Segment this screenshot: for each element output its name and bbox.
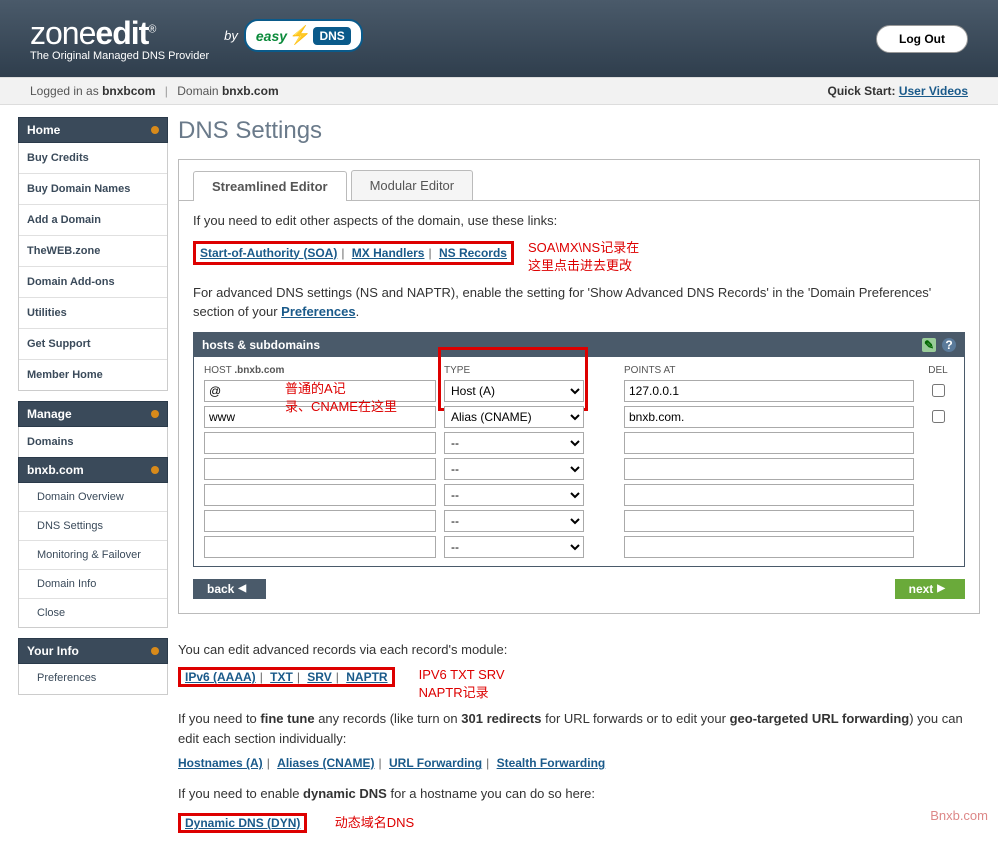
preferences-link[interactable]: Preferences — [281, 304, 355, 319]
ipv6-link[interactable]: IPv6 (AAAA) — [185, 670, 256, 684]
type-select[interactable]: Alias (CNAME) — [444, 406, 584, 428]
annotation-text-3: IPV6 TXT SRVNAPTR记录 — [419, 667, 505, 701]
points-input[interactable] — [624, 458, 914, 480]
host-input[interactable] — [204, 432, 436, 454]
host-input[interactable] — [204, 536, 436, 558]
page-title: DNS Settings — [178, 117, 980, 145]
dot-icon — [151, 126, 159, 134]
type-select[interactable]: -- — [444, 432, 584, 454]
table-row: -- — [200, 456, 958, 482]
sidebar-item[interactable]: Domains — [19, 427, 167, 457]
txt-link[interactable]: TXT — [270, 670, 293, 684]
type-select[interactable]: -- — [444, 484, 584, 506]
points-input[interactable] — [624, 536, 914, 558]
main-content: DNS Settings Streamlined Editor Modular … — [178, 117, 980, 833]
aliases-link[interactable]: Aliases (CNAME) — [277, 756, 374, 770]
edit-icon[interactable]: ✎ — [922, 338, 936, 352]
sidebar-item[interactable]: Domain Info — [19, 570, 167, 599]
sidebar-item[interactable]: Get Support — [19, 329, 167, 360]
advanced-records-text: You can edit advanced records via each r… — [178, 640, 980, 660]
tab-streamlined[interactable]: Streamlined Editor — [193, 171, 347, 201]
table-row: -- — [200, 430, 958, 456]
arrow-right-icon: ▶ — [937, 583, 945, 594]
annotation-text-5: 动态域名DNS — [335, 815, 414, 830]
dyndns-text: If you need to enable dynamic DNS for a … — [178, 784, 980, 804]
help-icon[interactable]: ? — [942, 338, 956, 352]
table-row: -- — [200, 508, 958, 534]
points-input[interactable] — [624, 380, 914, 402]
sidebar-item[interactable]: Buy Credits — [19, 143, 167, 174]
dyndns-link[interactable]: Dynamic DNS (DYN) — [185, 816, 300, 830]
dot-icon — [151, 410, 159, 418]
dot-icon — [151, 647, 159, 655]
logo[interactable]: zoneedit® The Original Managed DNS Provi… — [30, 15, 209, 62]
type-select[interactable]: -- — [444, 536, 584, 558]
logo-area: zoneedit® The Original Managed DNS Provi… — [30, 15, 363, 62]
tab-modular[interactable]: Modular Editor — [351, 170, 474, 200]
records-panel: hosts & subdomains ✎ ? HOST .bnxb.com TY… — [193, 332, 965, 567]
table-row: -- — [200, 482, 958, 508]
points-input[interactable] — [624, 406, 914, 428]
points-input[interactable] — [624, 510, 914, 532]
finetune-text: If you need to fine tune any records (li… — [178, 709, 980, 748]
sidebar-item[interactable]: TheWEB.zone — [19, 236, 167, 267]
sidebar-manage-header[interactable]: Manage — [18, 401, 168, 427]
mx-link[interactable]: MX Handlers — [352, 246, 425, 260]
header: zoneedit® The Original Managed DNS Provi… — [0, 0, 998, 77]
sidebar-domain-header[interactable]: bnxb.com — [18, 457, 168, 483]
type-select[interactable]: -- — [444, 510, 584, 532]
advanced-text: For advanced DNS settings (NS and NAPTR)… — [193, 283, 965, 322]
hostnames-link[interactable]: Hostnames (A) — [178, 756, 263, 770]
sidebar-item[interactable]: Domain Add-ons — [19, 267, 167, 298]
sidebar-item[interactable]: Buy Domain Names — [19, 174, 167, 205]
sidebar: Home Buy CreditsBuy Domain NamesAdd a Do… — [18, 117, 168, 695]
sidebar-item[interactable]: DNS Settings — [19, 512, 167, 541]
type-select[interactable]: Host (A) — [444, 380, 584, 402]
urlfwd-link[interactable]: URL Forwarding — [389, 756, 482, 770]
annotation-box-3: IPv6 (AAAA)| TXT| SRV| NAPTR — [178, 667, 395, 687]
annotation-text-1: SOA\MX\NS记录在这里点击进去更改 — [528, 239, 639, 275]
type-select[interactable]: -- — [444, 458, 584, 480]
next-button[interactable]: next ▶ — [895, 579, 965, 599]
dot-icon — [151, 466, 159, 474]
del-checkbox[interactable] — [932, 410, 945, 423]
sidebar-item[interactable]: Domain Overview — [19, 483, 167, 512]
ns-link[interactable]: NS Records — [439, 246, 507, 260]
annotation-text-2: 普通的A记录、CNAME在这里 — [285, 380, 397, 416]
host-input[interactable] — [204, 510, 436, 532]
sidebar-home-header[interactable]: Home — [18, 117, 168, 143]
annotation-box-1: Start-of-Authority (SOA)| MX Handlers| N… — [193, 241, 514, 265]
logo-tagline: The Original Managed DNS Provider — [30, 50, 209, 62]
sidebar-item[interactable]: Add a Domain — [19, 205, 167, 236]
stealthfwd-link[interactable]: Stealth Forwarding — [497, 756, 606, 770]
easydns-badge[interactable]: easy⚡DNS — [244, 19, 363, 52]
back-button[interactable]: back ◀ — [193, 579, 266, 599]
del-checkbox[interactable] — [932, 384, 945, 397]
table-row: -- — [200, 534, 958, 560]
sidebar-item[interactable]: Close — [19, 599, 167, 627]
status-bar: Logged in as bnxbcom | Domain bnxb.com Q… — [0, 77, 998, 105]
points-input[interactable] — [624, 484, 914, 506]
bolt-icon: ⚡ — [289, 25, 311, 46]
watermark: Bnxb.com — [930, 808, 988, 823]
tab-row: Streamlined Editor Modular Editor — [179, 160, 979, 201]
naptr-link[interactable]: NAPTR — [346, 670, 387, 684]
host-input[interactable] — [204, 484, 436, 506]
sidebar-item[interactable]: Monitoring & Failover — [19, 541, 167, 570]
sidebar-yourinfo-header[interactable]: Your Info — [18, 638, 168, 664]
host-input[interactable] — [204, 458, 436, 480]
arrow-left-icon: ◀ — [238, 583, 246, 594]
points-input[interactable] — [624, 432, 914, 454]
user-videos-link[interactable]: User Videos — [899, 84, 968, 98]
records-header-label: hosts & subdomains — [202, 338, 320, 352]
srv-link[interactable]: SRV — [307, 670, 331, 684]
annotation-box-5: Dynamic DNS (DYN) — [178, 813, 307, 833]
sidebar-item[interactable]: Utilities — [19, 298, 167, 329]
intro-text: If you need to edit other aspects of the… — [193, 211, 965, 231]
sidebar-item[interactable]: Preferences — [19, 664, 167, 692]
soa-link[interactable]: Start-of-Authority (SOA) — [200, 246, 337, 260]
logout-button[interactable]: Log Out — [876, 25, 968, 53]
by-label: by — [224, 28, 238, 43]
sidebar-item[interactable]: Member Home — [19, 360, 167, 390]
